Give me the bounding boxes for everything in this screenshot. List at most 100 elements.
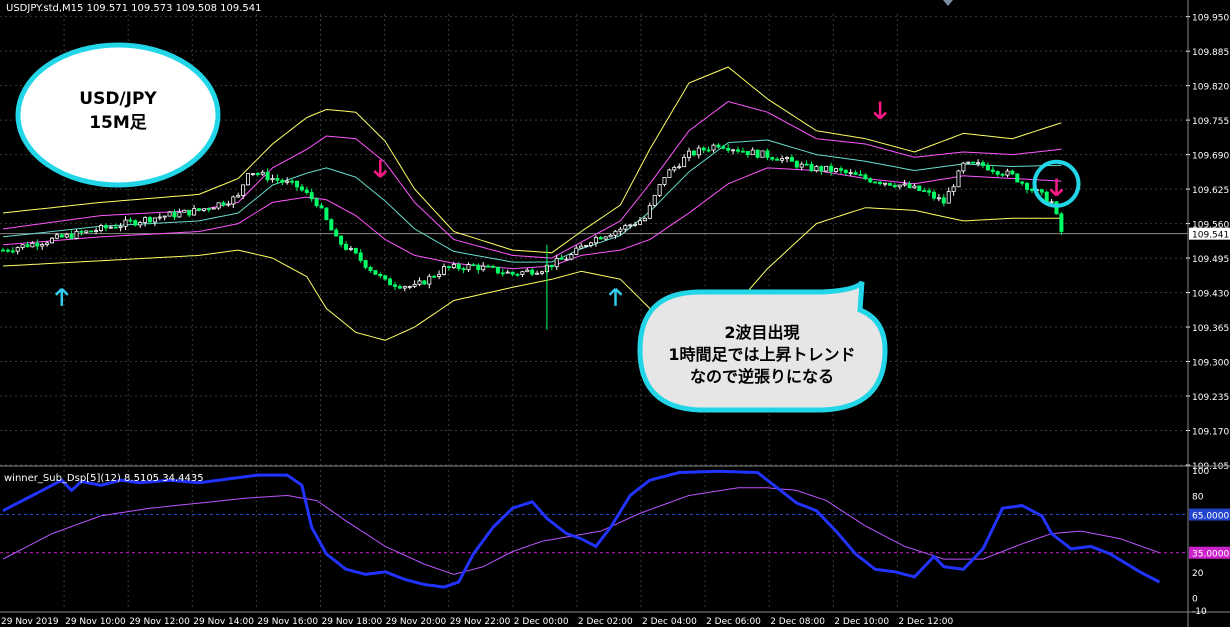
candle-body xyxy=(907,183,912,189)
candle-body xyxy=(525,269,530,273)
candle-body xyxy=(329,219,334,231)
time-tick-label: 2 Dec 04:00 xyxy=(642,617,697,627)
candle-body xyxy=(628,224,633,227)
candle-body xyxy=(593,237,598,244)
indicator-info: winner_Sub_Dsp[5](12) 8.5105 34.4435 xyxy=(4,473,204,484)
candle-body xyxy=(201,208,206,211)
candle-body xyxy=(334,229,339,237)
candle-body xyxy=(677,166,682,169)
oscillator-tick-label: 20 xyxy=(1192,569,1204,579)
candle-body xyxy=(495,266,500,274)
candle-body xyxy=(392,284,397,287)
candle-body xyxy=(466,264,471,271)
candle-body xyxy=(363,260,368,268)
candle-body xyxy=(1010,170,1015,175)
candle-body xyxy=(819,166,824,172)
candle-body xyxy=(1000,173,1005,176)
candle-body xyxy=(64,233,69,238)
candle-body xyxy=(652,194,657,206)
candle-body xyxy=(290,180,295,183)
candle-body xyxy=(30,242,35,248)
candle-body xyxy=(936,197,941,200)
candle-body xyxy=(177,211,182,218)
price-tick-label: 109.690 xyxy=(1192,152,1229,162)
candle-body xyxy=(1030,189,1035,191)
candle-body xyxy=(147,217,152,223)
callout-line-3: なので逆張りになる xyxy=(690,367,834,386)
time-tick-label: 2 Dec 02:00 xyxy=(578,617,633,627)
price-tick-label: 109.235 xyxy=(1192,393,1229,403)
candle-body xyxy=(554,257,559,268)
candle-body xyxy=(794,160,799,168)
time-tick-label: 2 Dec 10:00 xyxy=(834,617,889,627)
candle-body xyxy=(79,230,84,233)
candle-body xyxy=(505,271,510,274)
candle-body xyxy=(255,173,260,175)
candle-body xyxy=(5,249,10,252)
candle-body xyxy=(118,225,123,229)
candle-body xyxy=(348,248,353,250)
candle-body xyxy=(976,162,981,165)
candle-body xyxy=(549,264,554,268)
candle-body xyxy=(412,283,417,287)
candle-body xyxy=(74,230,79,239)
price-tick-label: 109.365 xyxy=(1192,324,1229,334)
candle-body xyxy=(902,183,907,186)
candle-body xyxy=(123,219,128,227)
candle-body xyxy=(84,230,89,233)
candle-body xyxy=(765,150,770,158)
candle-body xyxy=(54,234,59,239)
candle-body xyxy=(956,170,961,188)
candle-body xyxy=(128,219,133,222)
candle-body xyxy=(285,180,290,183)
callout-second-wave: 2波目出現 1時間足では上昇トレンド なので逆張りになる xyxy=(637,280,888,413)
candle-body xyxy=(481,265,486,271)
candle-body xyxy=(59,234,64,238)
candle-body xyxy=(324,207,329,221)
candle-body xyxy=(157,216,162,219)
callout-line-1: 2波目出現 xyxy=(724,323,799,342)
candle-body xyxy=(515,273,520,276)
candle-body xyxy=(275,178,280,181)
candle-body xyxy=(437,273,442,277)
candle-body xyxy=(486,265,491,268)
candle-body xyxy=(236,195,241,198)
price-tick-label: 109.495 xyxy=(1192,255,1229,265)
candle-body xyxy=(113,226,118,229)
candle-body xyxy=(848,172,853,175)
candle-body xyxy=(917,185,922,191)
candle-body xyxy=(172,211,177,218)
candle-body xyxy=(1015,173,1020,183)
candle-body xyxy=(339,235,344,245)
candle-body xyxy=(476,264,481,271)
candle-body xyxy=(981,162,986,166)
price-tick-label: 109.755 xyxy=(1192,117,1229,127)
candle-body xyxy=(892,184,897,188)
candle-body xyxy=(221,202,226,206)
candle-body xyxy=(613,230,618,236)
candle-body xyxy=(45,242,50,245)
candle-body xyxy=(922,190,927,192)
time-tick-label: 2 Dec 12:00 xyxy=(898,617,953,627)
candle-body xyxy=(608,234,613,238)
candle-body xyxy=(887,182,892,186)
callout-line-2: 1時間足では上昇トレンド xyxy=(668,345,855,364)
candle-body xyxy=(799,163,804,168)
candle-body xyxy=(535,272,540,275)
price-tick-label: 109.885 xyxy=(1192,48,1229,58)
candle-body xyxy=(863,174,868,180)
candle-body xyxy=(873,181,878,184)
oscillator-tick-label: 35.0000 xyxy=(1192,550,1229,560)
candle-body xyxy=(510,271,515,275)
candle-body xyxy=(990,169,995,172)
candle-body xyxy=(69,233,74,239)
candle-body xyxy=(451,263,456,269)
price-tick-label: 109.430 xyxy=(1192,290,1229,300)
candle-body xyxy=(706,149,711,152)
candle-body xyxy=(932,191,937,199)
candle-body xyxy=(402,286,407,289)
candle-body xyxy=(0,249,6,252)
candle-body xyxy=(691,150,696,156)
price-tick-label: 109.625 xyxy=(1192,186,1229,196)
candle-body xyxy=(417,280,422,285)
